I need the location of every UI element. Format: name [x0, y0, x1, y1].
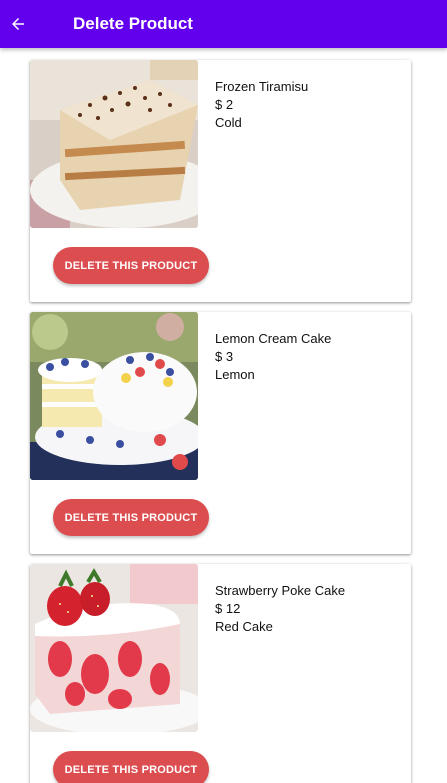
arrow-left-icon [12, 18, 24, 30]
product-name: Lemon Cream Cake [215, 331, 332, 346]
product-category: Lemon [215, 367, 255, 382]
delete-product-button[interactable]: DELETE THIS PRODUCT [53, 751, 209, 783]
product-list[interactable]: Frozen Tiramisu $ 2 Cold DELETE THIS PRO… [0, 48, 447, 783]
product-price: $ 2 [215, 97, 234, 112]
product-category: Cold [215, 115, 242, 130]
app-bar: Delete Product [0, 0, 447, 48]
product-card: Strawberry Poke Cake $ 12 Red Cake DELET… [30, 564, 411, 783]
product-card: Lemon Cream Cake $ 3 Lemon DELETE THIS P… [30, 312, 411, 554]
product-name: Strawberry Poke Cake [215, 583, 346, 598]
page-title: Delete Product [73, 14, 193, 33]
strawberry-cake-image [30, 564, 198, 732]
product-category: Red Cake [215, 619, 273, 634]
delete-product-button[interactable]: DELETE THIS PRODUCT [53, 499, 209, 536]
product-info: Frozen Tiramisu $ 2 Cold [215, 78, 308, 132]
product-card: Frozen Tiramisu $ 2 Cold DELETE THIS PRO… [30, 60, 411, 302]
product-price: $ 12 [215, 601, 241, 616]
product-name: Frozen Tiramisu [215, 79, 309, 94]
product-price: $ 3 [215, 349, 234, 364]
product-info: Strawberry Poke Cake $ 12 Red Cake [215, 582, 345, 636]
delete-product-button[interactable]: DELETE THIS PRODUCT [53, 247, 209, 284]
back-button[interactable] [4, 6, 32, 42]
lemon-cake-image [30, 312, 198, 480]
product-info: Lemon Cream Cake $ 3 Lemon [215, 330, 331, 384]
tiramisu-image [30, 60, 198, 228]
